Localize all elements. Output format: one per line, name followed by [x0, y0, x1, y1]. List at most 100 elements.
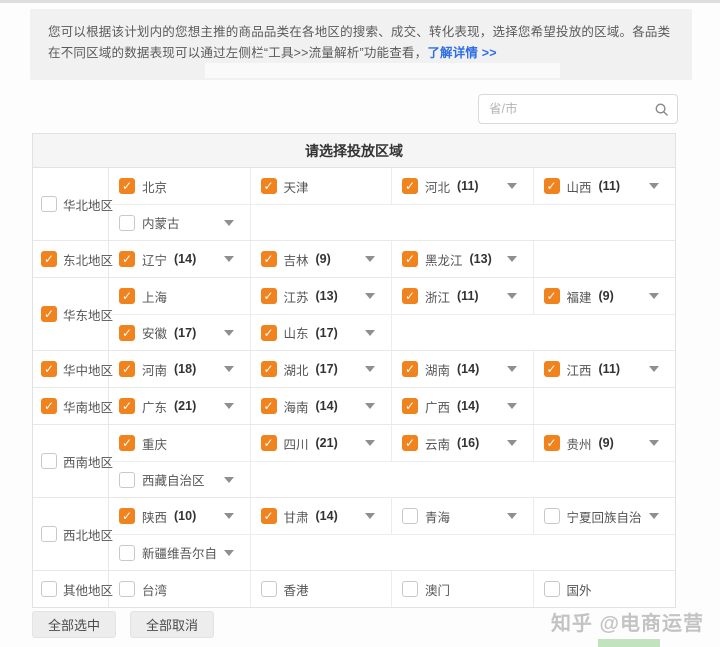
- chevron-down-icon[interactable]: [224, 366, 234, 372]
- province-item[interactable]: 辽宁(14): [109, 241, 251, 277]
- checkbox[interactable]: [261, 435, 277, 451]
- province-item[interactable]: 香港: [251, 571, 393, 607]
- checkbox[interactable]: [261, 508, 277, 524]
- province-item[interactable]: 广西(14): [392, 388, 534, 424]
- chevron-down-icon[interactable]: [507, 366, 517, 372]
- province-item[interactable]: 安徽(17): [109, 315, 251, 350]
- province-item[interactable]: 浙江(11): [392, 278, 534, 314]
- checkbox[interactable]: [261, 581, 277, 597]
- checkbox[interactable]: [41, 361, 57, 377]
- chevron-down-icon[interactable]: [224, 330, 234, 336]
- checkbox[interactable]: [119, 251, 135, 267]
- chevron-down-icon[interactable]: [507, 183, 517, 189]
- chevron-down-icon[interactable]: [224, 550, 234, 556]
- checkbox[interactable]: [261, 178, 277, 194]
- province-item[interactable]: 台湾: [109, 571, 251, 607]
- chevron-down-icon[interactable]: [507, 256, 517, 262]
- chevron-down-icon[interactable]: [649, 513, 659, 519]
- checkbox[interactable]: [41, 526, 57, 542]
- province-item[interactable]: 天津: [251, 168, 393, 204]
- checkbox[interactable]: [402, 251, 418, 267]
- province-item[interactable]: 湖北(17): [251, 351, 393, 387]
- province-item[interactable]: 海南(14): [251, 388, 393, 424]
- province-item[interactable]: 吉林(9): [251, 241, 393, 277]
- province-item[interactable]: 澳门: [392, 571, 534, 607]
- region-group-toggle[interactable]: 东北地区: [33, 241, 109, 277]
- checkbox[interactable]: [402, 361, 418, 377]
- province-item[interactable]: 河南(18): [109, 351, 251, 387]
- province-item[interactable]: 河北(11): [392, 168, 534, 204]
- province-item[interactable]: 山东(17): [251, 315, 393, 350]
- select-all-button[interactable]: 全部选中: [32, 611, 116, 638]
- checkbox[interactable]: [119, 178, 135, 194]
- checkbox[interactable]: [41, 196, 57, 212]
- province-item[interactable]: 山西(11): [534, 168, 676, 204]
- province-item[interactable]: 四川(21): [251, 425, 393, 461]
- chevron-down-icon[interactable]: [649, 366, 659, 372]
- province-item[interactable]: 宁夏回族自治区: [534, 498, 676, 534]
- province-item[interactable]: 重庆: [109, 425, 251, 461]
- search-input[interactable]: [489, 102, 654, 116]
- checkbox[interactable]: [402, 508, 418, 524]
- province-item[interactable]: 江苏(13): [251, 278, 393, 314]
- checkbox[interactable]: [119, 508, 135, 524]
- province-item[interactable]: 国外: [534, 571, 676, 607]
- chevron-down-icon[interactable]: [224, 256, 234, 262]
- chevron-down-icon[interactable]: [365, 366, 375, 372]
- checkbox[interactable]: [41, 581, 57, 597]
- checkbox[interactable]: [544, 581, 560, 597]
- checkbox[interactable]: [544, 508, 560, 524]
- checkbox[interactable]: [402, 288, 418, 304]
- checkbox[interactable]: [544, 435, 560, 451]
- checkbox[interactable]: [402, 581, 418, 597]
- chevron-down-icon[interactable]: [365, 293, 375, 299]
- checkbox[interactable]: [119, 325, 135, 341]
- checkbox[interactable]: [261, 325, 277, 341]
- province-item[interactable]: 福建(9): [534, 278, 676, 314]
- region-group-toggle[interactable]: 西北地区: [33, 498, 109, 570]
- province-item[interactable]: 陕西(10): [109, 498, 251, 534]
- province-item[interactable]: 江西(11): [534, 351, 676, 387]
- checkbox[interactable]: [119, 215, 135, 231]
- province-item[interactable]: 内蒙古: [109, 205, 251, 240]
- region-group-toggle[interactable]: 其他地区: [33, 571, 109, 607]
- checkbox[interactable]: [119, 581, 135, 597]
- chevron-down-icon[interactable]: [507, 440, 517, 446]
- checkbox[interactable]: [41, 251, 57, 267]
- checkbox[interactable]: [119, 472, 135, 488]
- checkbox[interactable]: [119, 361, 135, 377]
- chevron-down-icon[interactable]: [365, 403, 375, 409]
- chevron-down-icon[interactable]: [507, 513, 517, 519]
- chevron-down-icon[interactable]: [649, 183, 659, 189]
- checkbox[interactable]: [261, 288, 277, 304]
- search-icon[interactable]: [654, 102, 669, 117]
- region-group-toggle[interactable]: 华东地区: [33, 278, 109, 350]
- checkbox[interactable]: [402, 435, 418, 451]
- province-item[interactable]: 甘肃(14): [251, 498, 393, 534]
- checkbox[interactable]: [119, 288, 135, 304]
- province-search-box[interactable]: [478, 94, 678, 124]
- province-item[interactable]: 广东(21): [109, 388, 251, 424]
- chevron-down-icon[interactable]: [507, 403, 517, 409]
- checkbox[interactable]: [261, 251, 277, 267]
- chevron-down-icon[interactable]: [649, 440, 659, 446]
- checkbox[interactable]: [402, 178, 418, 194]
- chevron-down-icon[interactable]: [507, 293, 517, 299]
- province-item[interactable]: 云南(16): [392, 425, 534, 461]
- chevron-down-icon[interactable]: [365, 513, 375, 519]
- chevron-down-icon[interactable]: [365, 256, 375, 262]
- checkbox[interactable]: [544, 361, 560, 377]
- province-item[interactable]: 新疆维吾尔自治区: [109, 535, 251, 570]
- region-group-toggle[interactable]: 西南地区: [33, 425, 109, 497]
- chevron-down-icon[interactable]: [224, 513, 234, 519]
- checkbox[interactable]: [119, 545, 135, 561]
- checkbox[interactable]: [119, 398, 135, 414]
- checkbox[interactable]: [261, 361, 277, 377]
- chevron-down-icon[interactable]: [224, 220, 234, 226]
- province-item[interactable]: 西藏自治区: [109, 462, 251, 497]
- learn-more-link[interactable]: 了解详情 >>: [427, 46, 496, 60]
- province-item[interactable]: 上海: [109, 278, 251, 314]
- checkbox[interactable]: [544, 288, 560, 304]
- checkbox[interactable]: [41, 453, 57, 469]
- checkbox[interactable]: [261, 398, 277, 414]
